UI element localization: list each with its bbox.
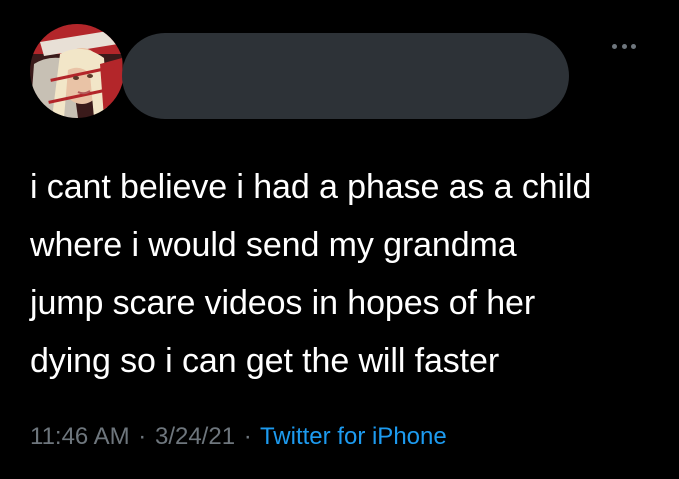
avatar[interactable]: [30, 24, 124, 118]
meta-separator: ·: [138, 423, 147, 450]
meta-separator: ·: [243, 423, 252, 450]
tweet-meta: 11:46 AM · 3/24/21 · Twitter for iPhone: [30, 422, 447, 452]
tweet-text-line: where i would send my grandma: [30, 226, 517, 264]
ellipsis-dot: [621, 43, 627, 49]
tweet-date[interactable]: 3/24/21: [155, 423, 235, 450]
tweet-time[interactable]: 11:46 AM: [30, 423, 130, 450]
ellipsis-dot: [612, 43, 617, 49]
tweet-source-link[interactable]: Twitter for iPhone: [260, 423, 447, 450]
ellipsis-dot: [631, 43, 636, 49]
tweet: i cant believe i had a phase as a child …: [0, 0, 679, 479]
profile-photo-icon: [30, 24, 124, 118]
redacted-username: [122, 33, 569, 119]
ellipsis-icon[interactable]: [612, 38, 636, 54]
tweet-text: i cant believe i had a phase as a child …: [30, 158, 660, 390]
tweet-text-line: dying so i can get the will faster: [30, 342, 500, 380]
tweet-text-line: i cant believe i had a phase as a child: [30, 168, 592, 206]
tweet-text-line: jump scare videos in hopes of her: [30, 284, 536, 322]
